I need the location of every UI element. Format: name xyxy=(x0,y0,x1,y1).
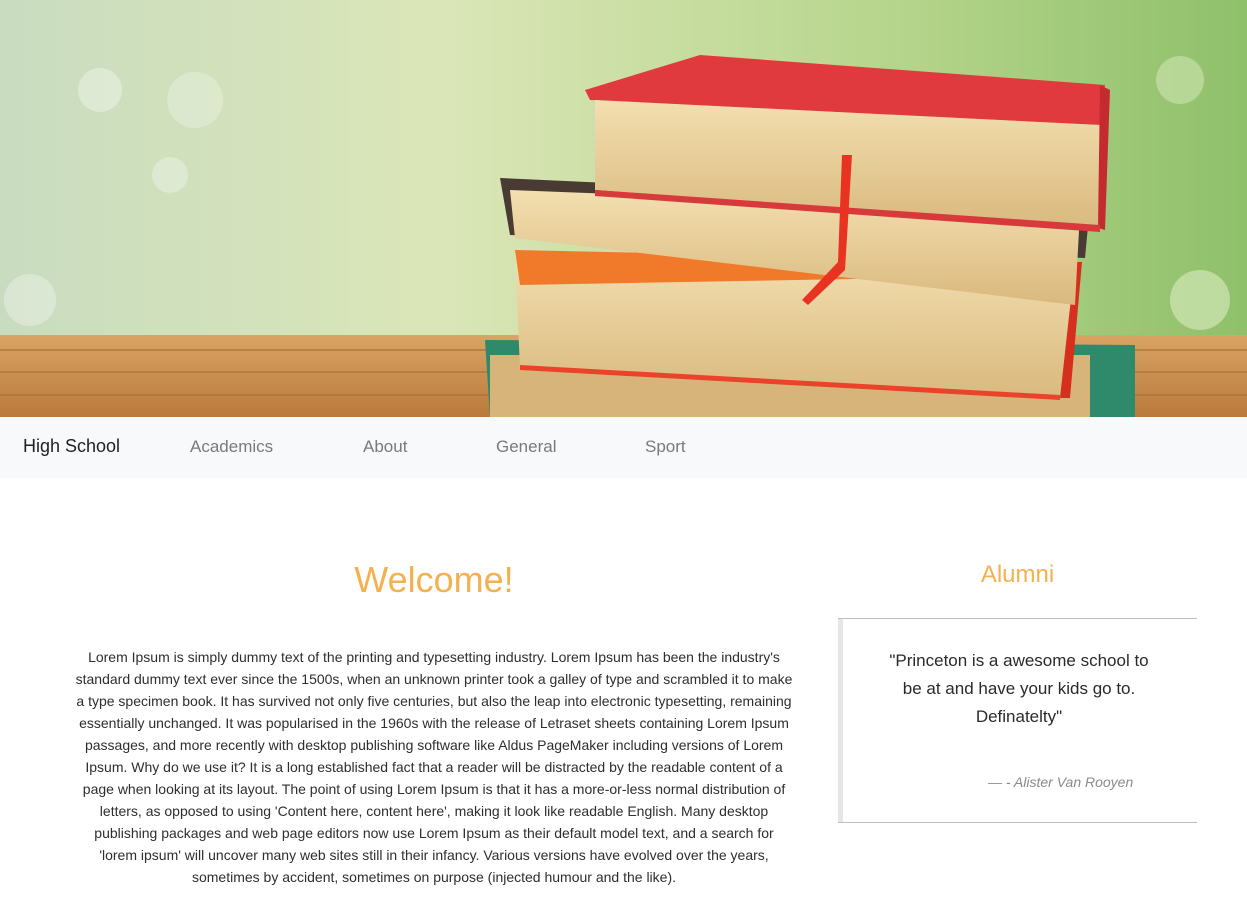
brand-link[interactable]: High School xyxy=(23,436,120,457)
navbar: High School Academics About General Spor… xyxy=(0,417,1247,478)
nav-link-general[interactable]: General xyxy=(496,437,556,457)
nav-link-sport[interactable]: Sport xyxy=(645,437,686,457)
nav-link-academics[interactable]: Academics xyxy=(190,437,273,457)
hero-banner xyxy=(0,0,1247,417)
welcome-heading: Welcome! xyxy=(354,559,514,600)
books-photo xyxy=(0,0,1247,417)
alumni-heading: Alumni xyxy=(980,561,1055,588)
quote-text: "Princeton is a awesome school to be at … xyxy=(889,651,1149,726)
nav-link-about[interactable]: About xyxy=(363,437,407,457)
quote-author: — - Alister Van Rooyen xyxy=(988,774,1134,790)
alumni-quote-block: "Princeton is a awesome school to be at … xyxy=(838,618,1197,823)
quote-border xyxy=(838,619,843,822)
welcome-paragraph: Lorem Ipsum is simply dummy text of the … xyxy=(75,649,793,885)
